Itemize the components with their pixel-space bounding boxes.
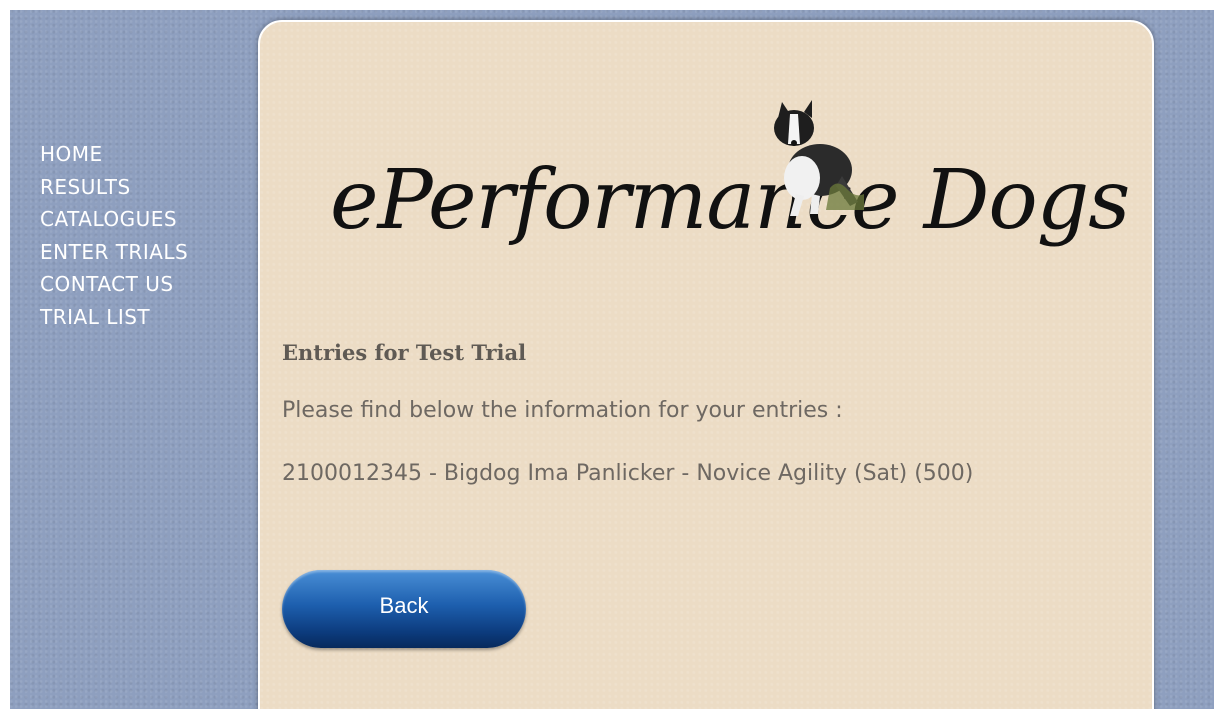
nav-link-home[interactable]: HOME [40,142,103,166]
logo-wordmark: ePerformance Dogs [330,153,1130,248]
entry-item: 2100012345 - Bigdog Ima Panlicker - Novi… [282,461,974,486]
page-frame-left [0,0,10,709]
back-button[interactable]: Back [282,570,526,648]
nav-item-catalogues: CATALOGUES [40,203,188,236]
site-logo[interactable]: ePerformance Dogs [330,92,1130,282]
content-panel: ePerformance Dogs Entries for Test Trial… [258,20,1154,709]
border-collie-icon [774,100,864,216]
nav-item-home: HOME [40,138,188,171]
main-nav: HOME RESULTS CATALOGUES ENTER TRIALS CON… [40,138,188,333]
nav-item-contact-us: CONTACT US [40,268,188,301]
page-frame-top [0,0,1214,10]
nav-link-results[interactable]: RESULTS [40,175,131,199]
nav-link-catalogues[interactable]: CATALOGUES [40,207,177,231]
nav-link-enter-trials[interactable]: ENTER TRIALS [40,240,188,264]
nav-item-trial-list: TRIAL LIST [40,301,188,334]
nav-link-trial-list[interactable]: TRIAL LIST [40,305,150,329]
nav-link-contact-us[interactable]: CONTACT US [40,272,174,296]
nav-item-enter-trials: ENTER TRIALS [40,236,188,269]
intro-text: Please find below the information for yo… [282,398,843,423]
nav-item-results: RESULTS [40,171,188,204]
page-heading: Entries for Test Trial [282,340,527,365]
